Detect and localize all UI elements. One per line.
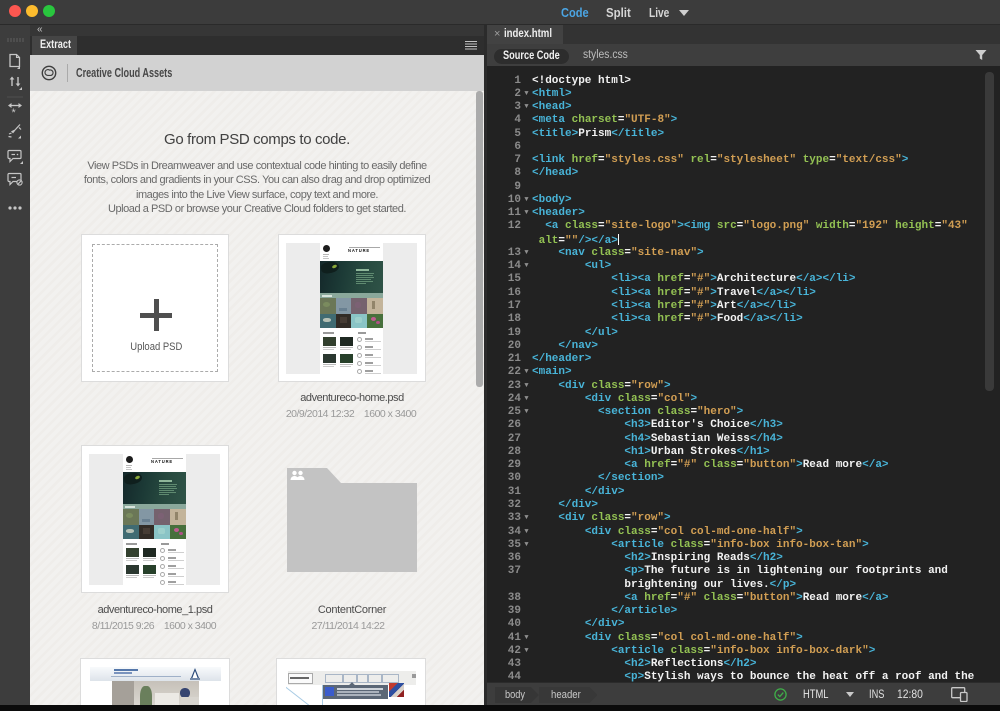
svg-text:*: * xyxy=(12,107,17,118)
